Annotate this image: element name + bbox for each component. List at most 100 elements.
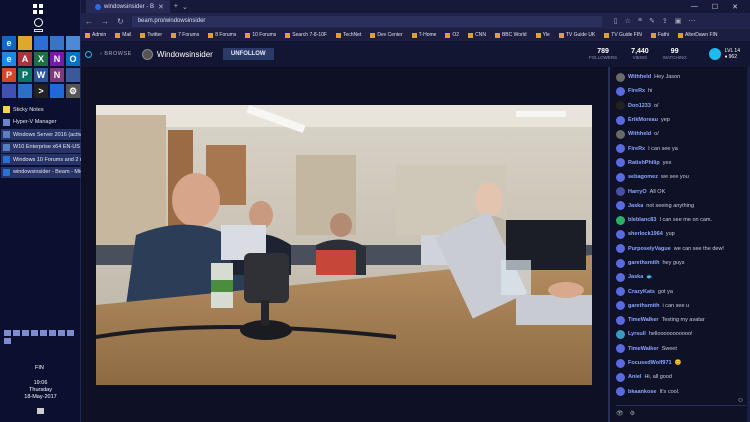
chat-username[interactable]: FocusedWolf971: [628, 360, 672, 366]
maximize-button[interactable]: ☐: [712, 3, 718, 11]
chat-username[interactable]: FireRx: [628, 88, 645, 94]
chat-avatar[interactable]: [616, 201, 625, 211]
favorite-star-icon[interactable]: ☆: [625, 17, 631, 25]
chat-username[interactable]: CrazyKats: [628, 289, 655, 295]
chat-username[interactable]: sebagomez: [628, 174, 658, 180]
favorite-link[interactable]: Twitter: [140, 32, 162, 38]
chat-input[interactable]: ☺: [616, 397, 746, 406]
favorite-link[interactable]: AlterDawn FIN: [677, 32, 718, 38]
favorite-link[interactable]: Search 7-8-10F: [285, 32, 327, 38]
people-icon[interactable]: [2, 84, 16, 98]
task-view-icon[interactable]: [34, 29, 43, 32]
taskbar-item[interactable]: W10 Enterprise x64 EN-US (VL) ...: [1, 141, 81, 153]
onenote-icon[interactable]: N: [50, 52, 64, 66]
chat-username[interactable]: Withheld: [628, 74, 651, 80]
channel-avatar[interactable]: [141, 48, 153, 60]
mail-icon[interactable]: [50, 84, 64, 98]
chat-username[interactable]: Jaska: [628, 203, 643, 209]
chat-avatar[interactable]: [616, 387, 625, 397]
more-icon[interactable]: ⋯: [688, 17, 695, 25]
favorite-link[interactable]: TV Guide UK: [558, 32, 595, 38]
chat-username[interactable]: TimeWalker: [628, 346, 659, 352]
language-indicator[interactable]: FIN: [35, 365, 44, 371]
address-bar[interactable]: beam.pro/windowsinsider: [131, 15, 602, 27]
chat-username[interactable]: Aniel: [628, 374, 641, 380]
network-icon[interactable]: [13, 330, 20, 336]
browse-link[interactable]: ‹ BROWSE: [100, 51, 132, 57]
explorer-icon[interactable]: [18, 36, 32, 50]
favorite-link[interactable]: 10 Forums: [245, 32, 276, 38]
keyboard-icon[interactable]: [67, 330, 74, 336]
taskbar-item[interactable]: Sticky Notes: [1, 104, 81, 115]
word-icon[interactable]: W: [34, 68, 48, 82]
settings-icon[interactable]: ⚙: [66, 84, 80, 98]
close-window-button[interactable]: ✕: [732, 3, 738, 11]
taskbar-item[interactable]: Windows 10 Forums and 2 mo...: [1, 154, 81, 166]
favorite-link[interactable]: 7 Forums: [171, 32, 199, 38]
taskbar-item[interactable]: Hyper-V Manager: [1, 117, 81, 128]
tab-list-chevron-icon[interactable]: ⌄: [182, 3, 188, 11]
ie-icon[interactable]: e: [2, 52, 16, 66]
chat-avatar[interactable]: [616, 372, 625, 382]
edge-icon[interactable]: e: [2, 36, 16, 50]
unfollow-button[interactable]: UNFOLLOW: [222, 48, 274, 60]
photos-icon[interactable]: [66, 36, 80, 50]
chat-avatar[interactable]: [616, 187, 625, 197]
notes-icon[interactable]: ✎: [649, 17, 655, 25]
user-menu[interactable]: LVL 14 ♦ 962: [708, 48, 740, 60]
cmd-icon[interactable]: >: [34, 84, 48, 98]
beam-logo-icon[interactable]: [85, 50, 92, 58]
favorite-link[interactable]: TechNet: [336, 32, 361, 38]
chat-avatar[interactable]: [616, 101, 625, 111]
onedrive-icon[interactable]: [40, 330, 47, 336]
chat-avatar[interactable]: [616, 358, 625, 368]
chat-avatar[interactable]: [616, 258, 625, 268]
publisher-icon[interactable]: P: [18, 68, 32, 82]
chat-avatar[interactable]: [616, 287, 625, 297]
start-button-icon[interactable]: [33, 4, 43, 14]
battery-icon[interactable]: [31, 330, 38, 336]
office-icon[interactable]: ▣: [675, 17, 682, 25]
access-icon[interactable]: A: [18, 52, 32, 66]
emoji-icon[interactable]: ☺: [737, 397, 744, 404]
store-icon[interactable]: [34, 36, 48, 50]
chat-avatar[interactable]: [616, 244, 625, 254]
excel-icon[interactable]: X: [34, 52, 48, 66]
forward-icon[interactable]: →: [101, 17, 109, 26]
powerpoint-icon[interactable]: P: [2, 68, 16, 82]
close-tab-icon[interactable]: ✕: [158, 3, 164, 11]
calendar-icon[interactable]: [18, 84, 32, 98]
chat-settings-icon[interactable]: ⚙: [630, 410, 635, 417]
chat-avatar[interactable]: [616, 329, 625, 339]
favorite-link[interactable]: Yle: [535, 32, 550, 38]
outlook-icon[interactable]: O: [66, 52, 80, 66]
action-center-icon[interactable]: [37, 408, 44, 414]
chat-username[interactable]: sherlock1964: [628, 231, 663, 237]
viewers-eye-icon[interactable]: 👁: [616, 410, 624, 417]
people-tray-icon[interactable]: [4, 330, 11, 336]
favorite-link[interactable]: BBC World: [494, 32, 527, 38]
chat-username[interactable]: Withheld: [628, 131, 651, 137]
chat-avatar[interactable]: [616, 301, 625, 311]
chat-username[interactable]: bkaankose: [628, 389, 656, 395]
favorite-link[interactable]: Admin: [85, 32, 106, 38]
groove-icon[interactable]: [66, 68, 80, 82]
favorite-link[interactable]: TV Guide FIN: [604, 32, 642, 38]
favorite-link[interactable]: Dev Center: [370, 32, 403, 38]
chat-username[interactable]: FireRx: [628, 146, 645, 152]
chat-avatar[interactable]: [616, 158, 625, 168]
chat-avatar[interactable]: [616, 272, 625, 282]
chat-username[interactable]: HarryO: [628, 189, 647, 195]
update-icon[interactable]: [58, 330, 65, 336]
chat-avatar[interactable]: [616, 144, 625, 154]
back-icon[interactable]: ←: [85, 17, 93, 26]
favorite-link[interactable]: Fathi: [650, 32, 669, 38]
refresh-icon[interactable]: ↻: [117, 17, 124, 26]
chat-username[interactable]: garethsmith: [628, 303, 659, 309]
clock[interactable]: 19:06 Thursday 18-May-2017: [0, 380, 81, 401]
display-icon[interactable]: [4, 338, 11, 344]
favorite-link[interactable]: 8 Forums: [208, 32, 236, 38]
minimize-button[interactable]: —: [691, 3, 698, 11]
chat-avatar[interactable]: [616, 129, 625, 139]
favorite-link[interactable]: T-Home: [411, 32, 436, 38]
